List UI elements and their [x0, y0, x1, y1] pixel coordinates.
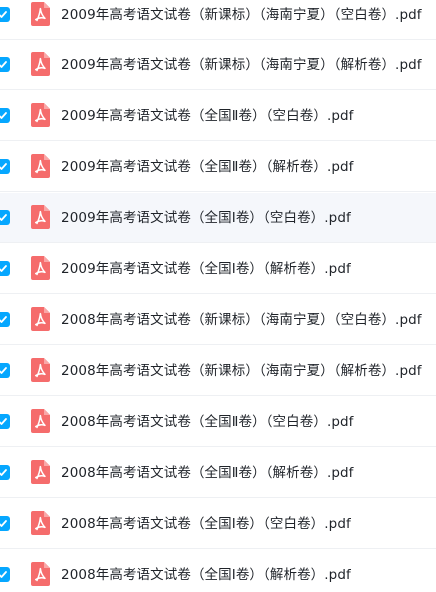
file-name[interactable]: 2009年高考语文试卷（全国Ⅱ卷）（解析卷）.pdf [61, 142, 354, 192]
file-name[interactable]: 2008年高考语文试卷（全国Ⅰ卷）（空白卷）.pdf [61, 499, 351, 549]
file-name[interactable]: 2008年高考语文试卷（新课标）（海南宁夏）（空白卷）.pdf [61, 295, 422, 345]
file-name[interactable]: 2008年高考语文试卷（全国Ⅱ卷）（空白卷）.pdf [61, 397, 354, 447]
check-icon[interactable] [0, 567, 10, 582]
file-row[interactable]: 2009年高考语文试卷（新课标）（海南宁夏）（解析卷）.pdf [0, 40, 436, 90]
check-icon[interactable] [0, 7, 10, 22]
file-row[interactable]: 2008年高考语文试卷（全国Ⅰ卷）（空白卷）.pdf [0, 499, 436, 549]
file-row[interactable]: 2009年高考语文试卷（全国Ⅰ卷）（解析卷）.pdf [0, 244, 436, 294]
file-name[interactable]: 2009年高考语文试卷（全国Ⅰ卷）（空白卷）.pdf [61, 193, 351, 243]
file-name[interactable]: 2009年高考语文试卷（全国Ⅱ卷）（空白卷）.pdf [61, 91, 354, 141]
check-icon[interactable] [0, 108, 10, 123]
check-icon[interactable] [0, 414, 10, 429]
file-name[interactable]: 2009年高考语文试卷（新课标）（海南宁夏）（解析卷）.pdf [61, 40, 422, 90]
file-row[interactable]: 2008年高考语文试卷（全国Ⅱ卷）（解析卷）.pdf [0, 448, 436, 498]
check-icon[interactable] [0, 516, 10, 531]
check-icon[interactable] [0, 261, 10, 276]
pdf-file-icon [31, 154, 50, 178]
file-name[interactable]: 2008年高考语文试卷（全国Ⅱ卷）（解析卷）.pdf [61, 448, 354, 498]
file-row[interactable]: 2009年高考语文试卷（全国Ⅰ卷）（空白卷）.pdf [0, 193, 436, 243]
file-name[interactable]: 2008年高考语文试卷（全国Ⅰ卷）（解析卷）.pdf [61, 550, 351, 592]
file-row[interactable]: 2009年高考语文试卷（全国Ⅱ卷）（空白卷）.pdf [0, 91, 436, 141]
file-name[interactable]: 2008年高考语文试卷（新课标）（海南宁夏）（解析卷）.pdf [61, 346, 422, 396]
pdf-file-icon [31, 460, 50, 484]
check-icon[interactable] [0, 57, 10, 72]
pdf-file-icon [31, 358, 50, 382]
file-name[interactable]: 2009年高考语文试卷（全国Ⅰ卷）（解析卷）.pdf [61, 244, 351, 294]
pdf-file-icon [31, 409, 50, 433]
check-icon[interactable] [0, 465, 10, 480]
file-row[interactable]: 2008年高考语文试卷（新课标）（海南宁夏）（解析卷）.pdf [0, 346, 436, 396]
pdf-file-icon [31, 52, 50, 76]
check-icon[interactable] [0, 363, 10, 378]
check-icon[interactable] [0, 312, 10, 327]
pdf-file-icon [31, 2, 50, 26]
file-list: 2009年高考语文试卷（新课标）（海南宁夏）（空白卷）.pdf 2009年高考语… [0, 0, 436, 592]
check-icon[interactable] [0, 210, 10, 225]
file-row[interactable]: 2009年高考语文试卷（全国Ⅱ卷）（解析卷）.pdf [0, 142, 436, 192]
file-row[interactable]: 2008年高考语文试卷（全国Ⅱ卷）（空白卷）.pdf [0, 397, 436, 447]
pdf-file-icon [31, 511, 50, 535]
pdf-file-icon [31, 205, 50, 229]
file-row[interactable]: 2008年高考语文试卷（新课标）（海南宁夏）（空白卷）.pdf [0, 295, 436, 345]
pdf-file-icon [31, 103, 50, 127]
file-row[interactable]: 2009年高考语文试卷（新课标）（海南宁夏）（空白卷）.pdf [0, 0, 436, 40]
pdf-file-icon [31, 562, 50, 586]
file-row[interactable]: 2008年高考语文试卷（全国Ⅰ卷）（解析卷）.pdf [0, 550, 436, 592]
pdf-file-icon [31, 307, 50, 331]
file-name[interactable]: 2009年高考语文试卷（新课标）（海南宁夏）（空白卷）.pdf [61, 0, 422, 40]
pdf-file-icon [31, 256, 50, 280]
check-icon[interactable] [0, 159, 10, 174]
